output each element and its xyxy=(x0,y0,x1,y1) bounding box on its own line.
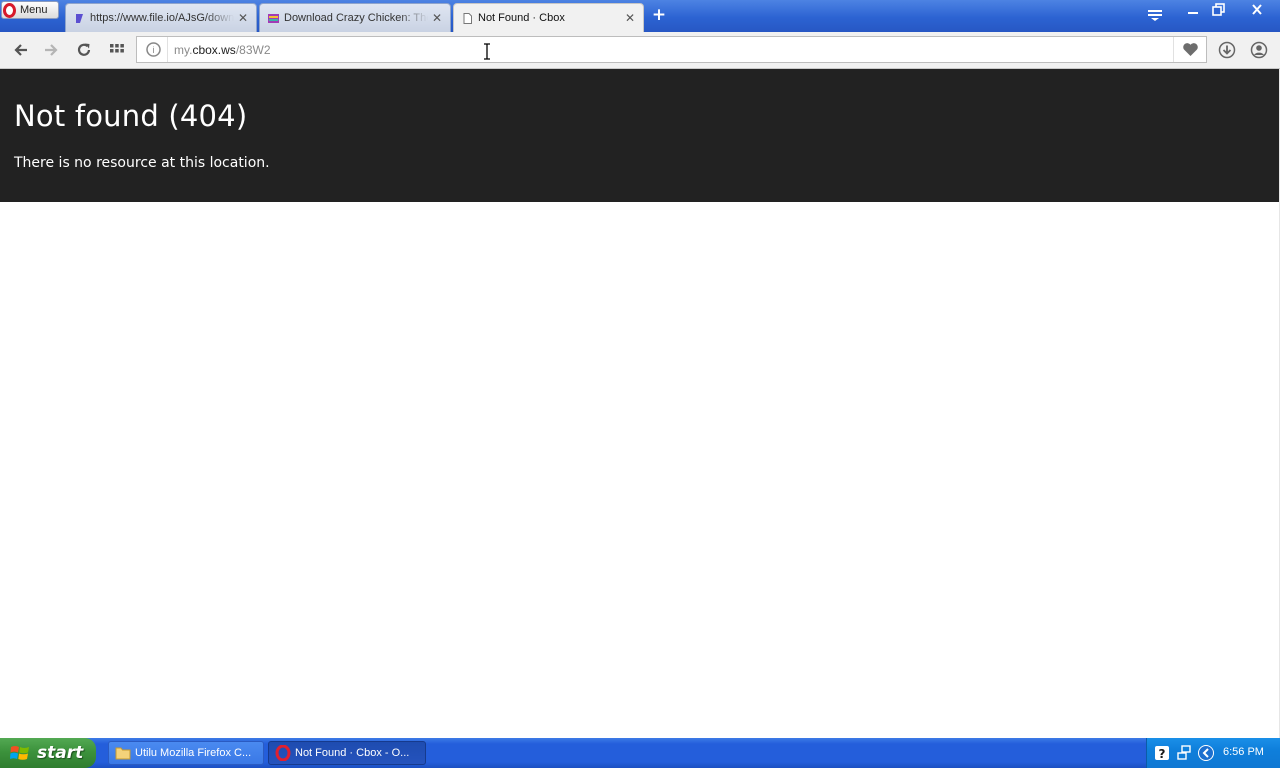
folder-icon xyxy=(115,747,131,760)
close-tab-icon[interactable]: ✕ xyxy=(428,11,446,25)
tab-file-io[interactable]: https://www.file.io/AJsG/download ✕ xyxy=(65,3,257,32)
start-label: start xyxy=(37,743,84,763)
page-document-icon xyxy=(463,12,472,24)
close-tab-icon[interactable]: ✕ xyxy=(234,11,252,25)
page-title: Not found (404) xyxy=(14,99,248,133)
help-icon[interactable]: ? xyxy=(1154,745,1170,761)
forward-arrow-icon[interactable] xyxy=(42,41,60,59)
system-tray: ? 6:56 PM xyxy=(1146,738,1280,768)
text-cursor-icon xyxy=(484,43,490,60)
url-path: /83W2 xyxy=(235,43,271,57)
show-hidden-icons-icon[interactable] xyxy=(1198,745,1214,761)
tab-crazy-chicken[interactable]: Download Crazy Chicken: The Winged Phara… xyxy=(259,3,451,32)
address-divider xyxy=(1173,37,1174,62)
svg-text:i: i xyxy=(153,45,155,55)
page-content: Not found (404) There is no resource at … xyxy=(0,69,1280,738)
url-text[interactable]: my.cbox.ws/83W2 xyxy=(174,43,271,57)
clock: 6:56 PM xyxy=(1223,746,1264,758)
start-button[interactable]: start xyxy=(0,738,96,768)
opera-logo-icon xyxy=(3,2,16,18)
account-icon[interactable] xyxy=(1250,41,1268,59)
opera-icon xyxy=(275,745,291,761)
speed-dial-grid-icon[interactable] xyxy=(108,41,126,59)
error-header: Not found (404) There is no resource at … xyxy=(0,69,1280,202)
address-bar[interactable]: i my.cbox.ws/83W2 xyxy=(136,36,1207,63)
back-arrow-icon[interactable] xyxy=(12,41,30,59)
taskbar: start Utilu Mozilla Firefox C... Not Fou… xyxy=(0,738,1280,768)
svg-text:?: ? xyxy=(1159,747,1166,761)
download-site-favicon-icon xyxy=(268,13,279,23)
tab-title: https://www.file.io/AJsG/download xyxy=(90,12,234,24)
site-info-icon[interactable]: i xyxy=(146,42,161,57)
taskbar-item-opera[interactable]: Not Found · Cbox - O... xyxy=(268,741,426,765)
taskbar-item-label: Not Found · Cbox - O... xyxy=(295,747,410,759)
restore-window-icon[interactable] xyxy=(1207,1,1231,19)
close-tab-icon[interactable]: ✕ xyxy=(621,11,639,25)
taskbar-item-folder[interactable]: Utilu Mozilla Firefox C... xyxy=(108,741,264,765)
opera-menu-button[interactable]: Menu xyxy=(1,1,59,19)
tab-not-found-cbox[interactable]: Not Found · Cbox ✕ xyxy=(453,3,644,32)
browser-toolbar: i my.cbox.ws/83W2 xyxy=(0,32,1280,69)
tab-title: Not Found · Cbox xyxy=(478,12,565,24)
windows-flag-icon xyxy=(10,746,29,760)
heart-bookmark-icon[interactable] xyxy=(1182,42,1199,57)
url-host: cbox.ws xyxy=(192,43,236,57)
network-icon[interactable] xyxy=(1176,745,1192,761)
menu-label: Menu xyxy=(20,4,48,16)
download-icon[interactable] xyxy=(1218,41,1236,59)
taskbar-item-label: Utilu Mozilla Firefox C... xyxy=(135,747,252,759)
new-tab-button[interactable]: + xyxy=(650,6,668,24)
tab-title: Download Crazy Chicken: The Winged Phara… xyxy=(284,12,428,24)
file-io-favicon-icon xyxy=(76,13,83,23)
browser-tab-strip: Menu https://www.file.io/AJsG/download ✕… xyxy=(0,0,1280,32)
url-prefix: my. xyxy=(174,43,193,57)
error-message: There is no resource at this location. xyxy=(14,155,270,171)
close-window-icon[interactable] xyxy=(1245,1,1269,19)
tab-menu-icon[interactable] xyxy=(1147,8,1163,22)
address-divider xyxy=(167,37,168,62)
minimize-window-icon[interactable] xyxy=(1181,1,1205,19)
reload-icon[interactable] xyxy=(75,41,93,59)
